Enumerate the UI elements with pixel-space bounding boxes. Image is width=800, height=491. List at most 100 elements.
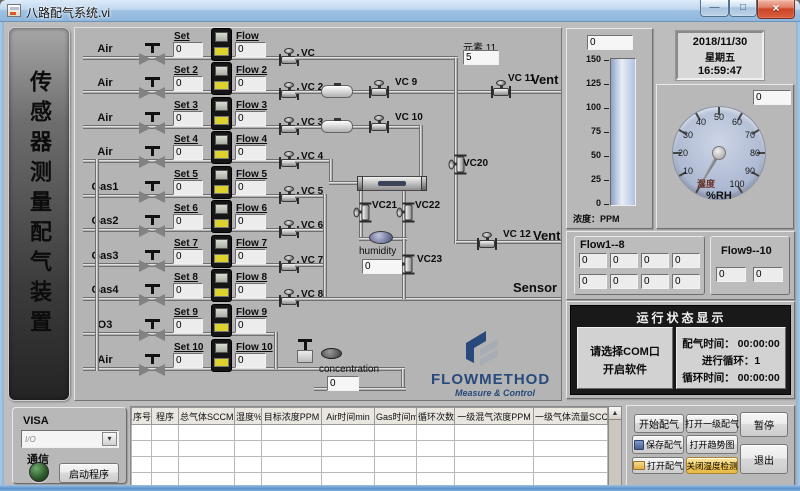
set-input[interactable] <box>173 214 203 229</box>
gauge-tick-label: 80 <box>750 148 760 158</box>
meter-tick-label: 0 <box>567 198 601 208</box>
gas-label: Gas3 <box>79 250 131 262</box>
pipe <box>295 56 458 60</box>
vc21-valve-icon[interactable] <box>354 203 371 223</box>
flow-readout: 0 <box>579 253 607 268</box>
flow-readout: 0 <box>672 253 700 268</box>
gauge-tick-label: 40 <box>696 117 706 127</box>
gauge-tick-label: 90 <box>745 166 755 176</box>
open-primary-mixing-button[interactable]: 打开一级配气 <box>686 414 738 433</box>
com-message-line2: 开启软件 <box>578 361 672 377</box>
open-mixing-file-button[interactable]: 打开配气 <box>632 457 684 474</box>
channel-row: Gas1 Set 5 Flow 5 0 VC 5 <box>75 166 561 204</box>
set-label: Set 8 <box>174 272 198 283</box>
table-scrollbar[interactable]: ▲ <box>608 406 622 487</box>
combo-dropdown-button[interactable]: ▾ <box>102 432 117 446</box>
flow-readout: 0 <box>641 253 669 268</box>
close-button[interactable]: × <box>757 0 795 19</box>
visa-panel: VISA I/O ▾ 通信 启动程序 <box>12 407 127 484</box>
channel-row: Air Set 2 Flow 2 0 VC 2 <box>75 62 561 100</box>
set-label: Set 10 <box>174 342 203 353</box>
mfc-icon <box>211 269 232 302</box>
meter-ticks <box>604 60 609 205</box>
start-mixing-button[interactable]: 开始配气 <box>634 414 684 433</box>
manual-valve-icon[interactable] <box>137 354 167 376</box>
exit-button[interactable]: 退出 <box>740 444 788 474</box>
manual-valve-icon[interactable] <box>137 284 167 306</box>
set-input[interactable] <box>173 318 203 333</box>
humidity-toggle-button[interactable]: 关闭湿度检测 <box>686 457 738 474</box>
table-row[interactable] <box>132 457 608 473</box>
status-title: 运行状态显示 <box>571 309 792 326</box>
maximize-button[interactable]: □ <box>729 0 757 17</box>
col-header: Gas时间min <box>375 408 417 425</box>
visa-resource-combo[interactable]: I/O ▾ <box>21 430 119 448</box>
set-input[interactable] <box>173 283 203 298</box>
col-header: 程序 <box>152 408 179 425</box>
col-header: 目标浓度PPM <box>262 408 322 425</box>
gas-label: Gas1 <box>79 181 131 193</box>
humidity-sensor-icon <box>369 231 393 244</box>
vc10-valve-icon[interactable] <box>369 115 389 132</box>
col-header: 循环次数 <box>417 408 455 425</box>
titlebar[interactable]: 八路配气系统.vi — □ × <box>0 0 800 22</box>
flow-readout: 0 <box>672 274 700 289</box>
schematic-panel: Air Set Flow 0 VC Air Set 2 Flow 2 0 VC … <box>74 27 562 401</box>
set-input[interactable] <box>173 76 203 91</box>
vc21-label: VC21 <box>372 200 397 211</box>
element11-input[interactable]: 5 <box>463 50 499 65</box>
gauge-tick-label: 20 <box>678 148 688 158</box>
channel-row: Air Set 4 Flow 4 0 VC 4 <box>75 131 561 169</box>
gas-time: 配气时间： 00:00:00 <box>677 336 785 351</box>
pause-button[interactable]: 暂停 <box>740 412 788 437</box>
pipe <box>295 159 331 163</box>
minimize-button[interactable]: — <box>700 0 729 17</box>
gauge-value: 0 <box>753 90 791 105</box>
pipe <box>419 125 423 179</box>
set-input[interactable] <box>173 42 203 57</box>
humidity-indicator: 0 <box>362 259 402 274</box>
manual-valve-icon[interactable] <box>137 215 167 237</box>
vc12-valve-icon[interactable] <box>477 232 497 249</box>
app-window: 八路配气系统.vi — □ × 传感器测量配气装置 Air Set Flow 0… <box>0 0 800 491</box>
gas-label: Air <box>79 354 131 366</box>
set-input[interactable] <box>173 353 203 368</box>
gas-label: Air <box>79 43 131 55</box>
vc9-valve-icon[interactable] <box>369 80 389 97</box>
minimize-icon: — <box>701 0 728 15</box>
table-row[interactable] <box>132 441 608 457</box>
mfc-icon <box>211 28 232 61</box>
col-header: 总气体SCCM <box>179 408 235 425</box>
com-message-line1: 请选择COM口 <box>578 343 672 359</box>
vc22-valve-icon[interactable] <box>397 203 414 223</box>
io-icon: I/O <box>25 435 36 444</box>
set-input[interactable] <box>173 249 203 264</box>
ppm-meter-panel: 0 150 125 100 75 50 25 0 浓度：PPM <box>566 28 653 229</box>
chevron-down-icon: ▾ <box>107 434 111 443</box>
manual-valve-icon[interactable] <box>137 146 167 168</box>
set-input[interactable] <box>173 111 203 126</box>
flow-readout: 0 <box>753 267 783 282</box>
manual-valve-icon[interactable] <box>137 77 167 99</box>
concentration-indicator: 0 <box>327 376 359 391</box>
scroll-up-icon[interactable]: ▲ <box>609 407 621 420</box>
gas-label: O3 <box>79 319 131 331</box>
gauge-tick-label: 10 <box>683 166 693 176</box>
start-program-button[interactable]: 启动程序 <box>59 463 119 483</box>
pipe <box>454 58 458 244</box>
table-row[interactable] <box>132 425 608 441</box>
window-border <box>0 22 4 485</box>
flow-indicator: 0 <box>235 318 266 333</box>
window-border <box>796 22 800 485</box>
set-input[interactable] <box>173 145 203 160</box>
set-label: Set 4 <box>174 134 198 145</box>
com-message-box: 请选择COM口 开启软件 <box>577 327 673 389</box>
flow-readout: 0 <box>610 274 638 289</box>
col-header: Air时间min <box>322 408 375 425</box>
save-mixing-button[interactable]: 保存配气 <box>632 435 684 454</box>
flow-label: Flow 9 <box>236 307 267 318</box>
flow-label: Flow 7 <box>236 238 267 249</box>
set-input[interactable] <box>173 180 203 195</box>
open-trend-button[interactable]: 打开趋势图 <box>686 435 738 454</box>
manual-valve-icon[interactable] <box>137 319 167 341</box>
